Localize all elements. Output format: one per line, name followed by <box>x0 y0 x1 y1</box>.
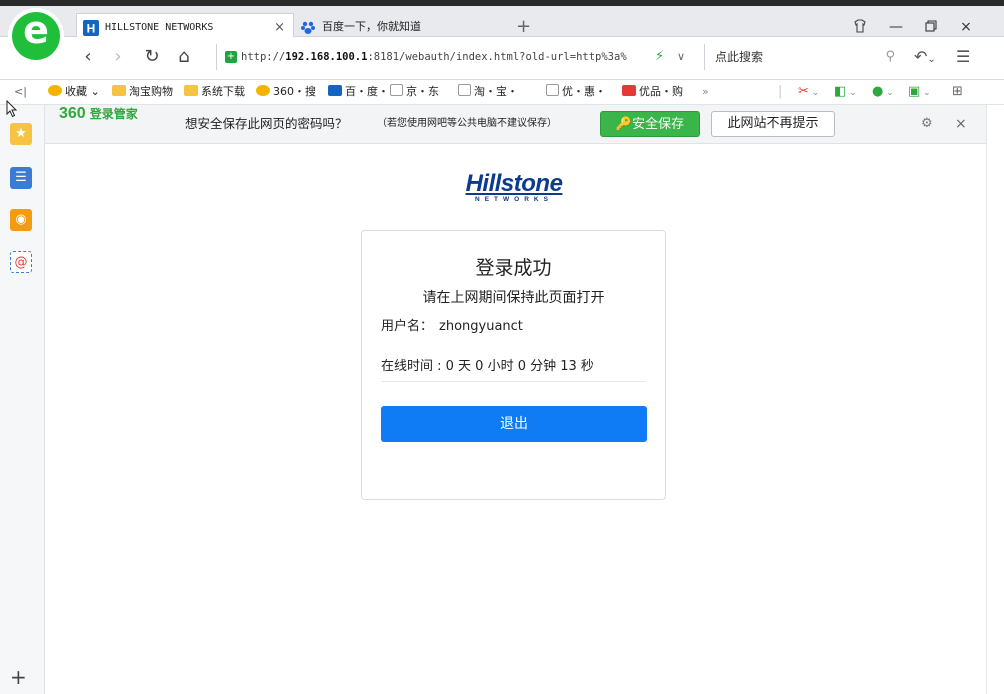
weibo-icon[interactable]: ◉ <box>10 209 32 231</box>
page-icon <box>546 84 559 96</box>
browser-window: e H HILLSTONE NETWORKS × 百度一下，你就知道 + — ×… <box>0 0 1004 694</box>
search-input[interactable]: 点此搜索 ⚲ <box>704 44 901 70</box>
folder-icon <box>184 85 198 96</box>
star-icon <box>48 85 62 96</box>
add-sidebar-button[interactable]: + <box>10 665 27 689</box>
password-save-question: 想安全保存此网页的密码吗？ <box>185 116 348 131</box>
safe-save-button[interactable]: 🔑安全保存 <box>600 111 700 137</box>
tab-bar: H HILLSTONE NETWORKS × 百度一下，你就知道 + — × <box>0 6 1004 43</box>
folder-icon <box>112 85 126 96</box>
refresh-button[interactable]: ↻ <box>140 45 164 69</box>
search-icon[interactable]: ⚲ <box>885 44 895 70</box>
username-value: zhongyuanct <box>439 319 523 334</box>
password-save-note: （若您使用网吧等公共电脑不建议保存） <box>377 118 557 129</box>
never-prompt-button[interactable]: 此网站不再提示 <box>711 111 835 137</box>
bookmark-favorites[interactable]: 收藏 ⌄ <box>48 80 100 104</box>
bookmark-item[interactable]: 淘・宝・ <box>458 80 518 104</box>
close-icon[interactable]: × <box>955 105 967 143</box>
page-icon <box>458 84 471 96</box>
username-label: 用户名： <box>381 319 434 334</box>
hillstone-logo: Hillstone NETWORKS <box>465 170 563 204</box>
key-icon: 🔑 <box>615 117 633 132</box>
bookmark-item[interactable]: 360・搜 <box>256 80 316 104</box>
translate-icon[interactable]: ◧ ⌄ <box>834 80 857 105</box>
bookmark-item[interactable]: 百・度・ <box>328 80 389 104</box>
apps-grid-icon[interactable]: ⊞ <box>952 80 963 104</box>
favorites-star-icon[interactable]: ★ <box>10 123 32 145</box>
security-shield-icon: + <box>225 51 237 63</box>
bookmark-item[interactable]: 京・东 <box>390 80 439 104</box>
game-icon[interactable]: ▣ ⌄ <box>908 80 931 105</box>
password-save-bar: 360 登录管家 想安全保存此网页的密码吗？ （若您使用网吧等公共电脑不建议保存）… <box>45 105 986 144</box>
sidebar: ★ ☰ ◉ @ + <box>0 105 45 694</box>
login-success-card: 登录成功 请在上网期间保持此页面打开 用户名： zhongyuanct 在线时间 … <box>361 230 666 500</box>
browser-logo-icon[interactable]: e <box>8 8 64 64</box>
money-icon[interactable]: ● ⌄ <box>872 80 894 105</box>
mouse-cursor-icon <box>6 99 18 122</box>
url-text[interactable]: http://192.168.100.1:8181/webauth/index.… <box>241 44 645 70</box>
news-icon[interactable]: ☰ <box>10 167 32 189</box>
baidu-favicon-icon <box>301 21 315 34</box>
forward-button[interactable]: › <box>106 45 130 69</box>
screenshot-icon[interactable]: ✂ ⌄ <box>798 80 819 105</box>
scrollbar-track[interactable] <box>986 105 1004 694</box>
bookmark-item[interactable]: 淘宝购物 <box>112 80 173 104</box>
home-button[interactable]: ⌂ <box>172 45 196 69</box>
bookmark-bar: <| 收藏 ⌄ 淘宝购物 系统下载 360・搜 百・度・ 京・东 淘・宝・ 优・… <box>0 80 1004 105</box>
bookmark-item[interactable]: 系统下载 <box>184 80 245 104</box>
username-row: 用户名： zhongyuanct <box>381 315 523 334</box>
page-icon <box>390 84 403 96</box>
svg-text:H: H <box>87 22 96 36</box>
navigation-bar: ‹ › ↻ ⌂ + http://192.168.100.1:8181/weba… <box>0 37 1004 80</box>
divider: | <box>778 84 783 99</box>
taobao-icon <box>622 85 636 96</box>
logout-button[interactable]: 退出 <box>381 406 647 442</box>
gear-icon[interactable]: ⚙ <box>921 105 933 143</box>
success-title: 登录成功 <box>475 257 552 279</box>
bookmark-item[interactable]: 优・惠・ <box>546 80 606 104</box>
divider <box>381 381 646 382</box>
address-bar[interactable]: + http://192.168.100.1:8181/webauth/inde… <box>216 44 705 70</box>
back-button[interactable]: ‹ <box>76 45 100 69</box>
speed-mode-icon[interactable]: ⚡ <box>655 44 664 70</box>
online-time: 在线时间 : 0 天 0 小时 0 分钟 13 秒 <box>381 359 594 374</box>
hillstone-icon <box>328 85 342 96</box>
email-icon[interactable]: @ <box>10 251 32 273</box>
hillstone-favicon-icon: H <box>83 20 99 36</box>
password-manager-logo: 360 登录管家 <box>59 105 138 122</box>
search-placeholder: 点此搜索 <box>715 50 764 64</box>
url-dropdown-icon[interactable]: ∨ <box>677 44 685 70</box>
undo-icon[interactable]: ↶⌄ <box>914 45 936 72</box>
menu-icon[interactable]: ☰ <box>956 45 970 69</box>
bookmark-more[interactable]: » <box>702 80 709 104</box>
keep-open-message: 请在上网期间保持此页面打开 <box>422 290 605 306</box>
bookmark-item[interactable]: 优品・购 <box>622 80 683 104</box>
360-search-icon <box>256 85 270 96</box>
